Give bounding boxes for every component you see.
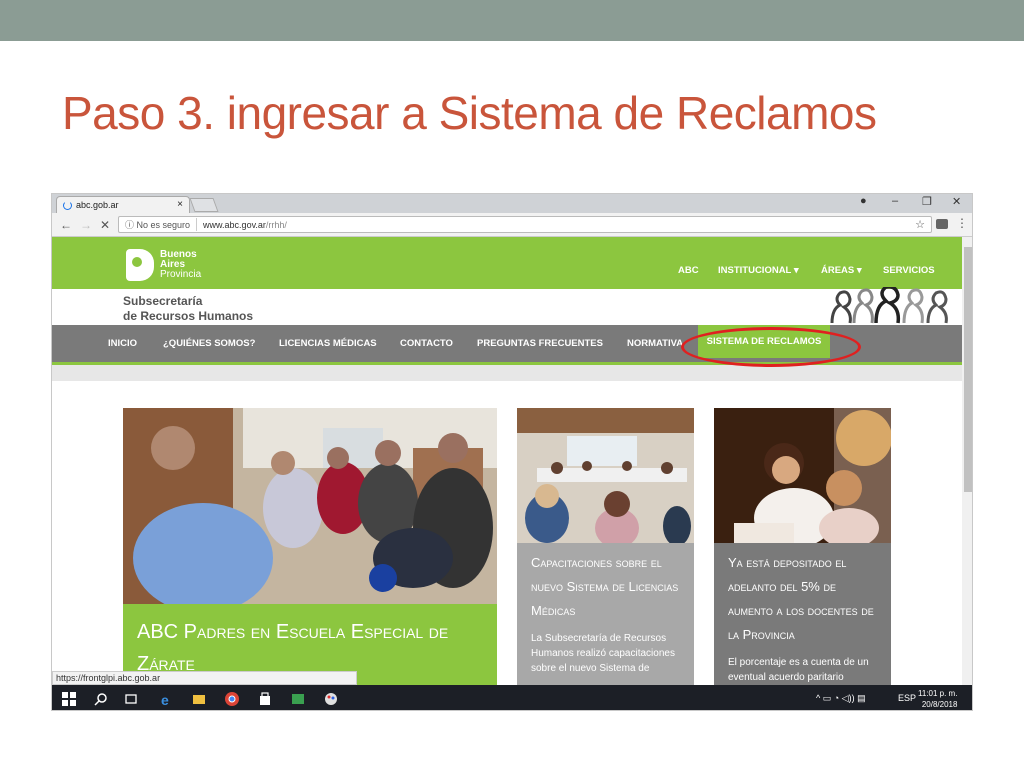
security-indicator[interactable]: ⓘ No es seguro: [125, 218, 198, 231]
nav-licencias-medicas[interactable]: LICENCIAS MÉDICAS: [279, 338, 377, 349]
aumento-title[interactable]: Ya está depositado el adelanto del 5% de…: [728, 551, 877, 647]
photos-icon[interactable]: [291, 692, 305, 706]
back-button[interactable]: ←: [60, 218, 72, 232]
topnav-areas[interactable]: ÁREAS ▾: [821, 265, 862, 276]
capacitaciones-body: Capacitaciones sobre el nuevo Sistema de…: [517, 543, 694, 685]
topnav-institucional[interactable]: INSTITUCIONAL ▾: [718, 265, 799, 276]
clock-date: 20/8/2018: [921, 700, 958, 709]
page-scrollbar[interactable]: [962, 237, 972, 685]
aumento-text: El porcentaje es a cuenta de un eventual…: [728, 657, 869, 683]
tab-title: abc.gob.ar: [76, 200, 119, 210]
nav-inicio[interactable]: INICIO: [108, 338, 137, 349]
subsecretaria-title: Subsecretaría de Recursos Humanos: [123, 294, 253, 324]
subsecretaria-line-1: Subsecretaría: [123, 294, 203, 308]
stop-button[interactable]: ✕: [100, 218, 110, 232]
province-logo-icon[interactable]: [126, 249, 154, 281]
slide-title: Paso 3. ingresar a Sistema de Reclamos: [62, 87, 877, 139]
file-explorer-icon[interactable]: [192, 692, 206, 706]
slide-top-band: [0, 0, 1024, 41]
windows-start-icon[interactable]: [62, 692, 76, 706]
news-card-featured[interactable]: ABC Padres en Escuela Especial de Zárate: [123, 408, 497, 685]
account-icon[interactable]: ●: [860, 195, 867, 207]
url-path: /rrhh/: [265, 219, 287, 230]
url-domain: www.abc.gov.ar: [203, 219, 266, 230]
nav-contacto[interactable]: CONTACTO: [400, 338, 453, 349]
site-header: Buenos Aires Provincia ABC INSTITUCIONAL…: [52, 237, 962, 289]
people-silhouettes-icon: [830, 287, 948, 324]
new-tab-button[interactable]: [189, 198, 219, 212]
news-card-aumento[interactable]: Ya está depositado el adelanto del 5% de…: [714, 408, 891, 685]
aumento-body: Ya está depositado el adelanto del 5% de…: [714, 543, 891, 685]
capacitaciones-text: La Subsecretaría de Recursos Humanos rea…: [531, 633, 675, 674]
capacitaciones-title[interactable]: Capacitaciones sobre el nuevo Sistema de…: [531, 551, 680, 623]
browser-tab[interactable]: abc.gob.ar ×: [56, 196, 190, 213]
search-icon[interactable]: [94, 692, 108, 706]
extension-icon[interactable]: [936, 219, 948, 229]
restore-button[interactable]: ❐: [922, 195, 932, 208]
content-band: [52, 365, 962, 381]
classroom-photo: [517, 408, 694, 543]
logo-line-3: Provincia: [160, 269, 202, 280]
browser-screenshot: abc.gob.ar × ● – ❐ ✕ ← → ✕ ⓘ No es segur…: [51, 193, 973, 711]
subsecretaria-line-2: de Recursos Humanos: [123, 309, 254, 323]
status-bar-url: https://frontglpi.abc.gob.ar: [52, 671, 357, 685]
clock-time: 11:01 p. m.: [918, 689, 958, 698]
topnav-servicios[interactable]: SERVICIOS: [883, 265, 935, 276]
svg-text:e: e: [161, 692, 169, 706]
scrollbar-thumb[interactable]: [964, 247, 972, 492]
nav-quienes-somos[interactable]: ¿QUIÉNES SOMOS?: [163, 338, 255, 349]
browser-toolbar: ← → ✕ ⓘ No es seguro www.abc.gov.ar/rrhh…: [52, 213, 972, 237]
address-bar[interactable]: ⓘ No es seguro www.abc.gov.ar/rrhh/ ☆: [118, 216, 932, 233]
news-card-capacitaciones[interactable]: Capacitaciones sobre el nuevo Sistema de…: [517, 408, 694, 685]
meeting-photo: [123, 408, 497, 604]
chrome-icon[interactable]: [225, 692, 239, 706]
language-indicator[interactable]: ESP: [898, 693, 916, 703]
paint-icon[interactable]: [324, 692, 338, 706]
edge-browser-icon[interactable]: e: [160, 692, 174, 706]
bookmark-star-icon[interactable]: ☆: [915, 218, 925, 231]
children-photo: [714, 408, 891, 543]
topnav-abc[interactable]: ABC: [678, 265, 699, 276]
store-icon[interactable]: [258, 692, 272, 706]
web-page: Buenos Aires Provincia ABC INSTITUCIONAL…: [52, 237, 962, 685]
site-logo-text[interactable]: Buenos Aires Provincia: [160, 250, 201, 280]
nav-normativa[interactable]: NORMATIVA: [627, 338, 683, 349]
minimize-button[interactable]: –: [892, 195, 898, 207]
browser-tab-bar: abc.gob.ar × ● – ❐ ✕: [52, 194, 972, 213]
forward-button[interactable]: →: [80, 218, 92, 232]
windows-taskbar: e ^ ▭ ◔ ◁)) ▤ ESP 11:01 p. m. 20/8/2018: [52, 685, 972, 710]
nav-preguntas-frecuentes[interactable]: PREGUNTAS FRECUENTES: [477, 338, 603, 349]
taskbar-clock[interactable]: 11:01 p. m. 20/8/2018: [918, 688, 957, 710]
system-tray-icons[interactable]: ^ ▭ ◔ ◁)) ▤: [816, 693, 866, 704]
highlight-ellipse: [681, 327, 861, 367]
browser-menu-icon[interactable]: ⋮: [956, 216, 968, 230]
task-view-icon[interactable]: [124, 692, 138, 706]
security-label: No es seguro: [136, 220, 191, 230]
close-window-button[interactable]: ✕: [952, 195, 961, 208]
loading-spinner-icon: [63, 200, 72, 210]
tab-close-icon[interactable]: ×: [177, 199, 183, 210]
